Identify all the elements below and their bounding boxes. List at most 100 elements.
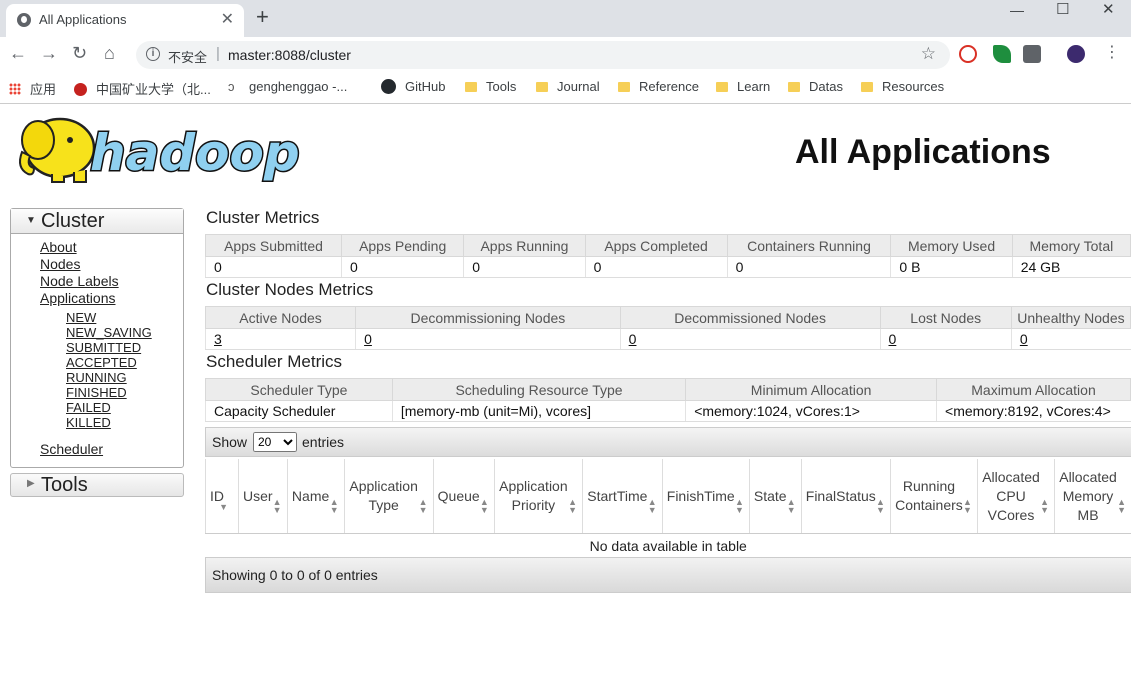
sort-both-icon: ▲ ▼ [272, 497, 282, 515]
bookmark-resources[interactable]: Resources [861, 79, 944, 94]
extension-red-icon[interactable] [959, 45, 977, 63]
nav-applications[interactable]: Applications [40, 290, 119, 307]
elephant-mascot-icon [19, 117, 96, 183]
nav-node-labels[interactable]: Node Labels [40, 273, 119, 290]
nav-state-submitted[interactable]: SUBMITTED [66, 340, 152, 355]
bookmark-genghenggao[interactable]: ↄ genghenggao -... [228, 79, 347, 94]
folder-icon [536, 82, 548, 92]
window-close-icon[interactable]: ✕ [1102, 0, 1115, 18]
hadoop-logo[interactable]: hadoop [12, 112, 312, 184]
nav-state-accepted[interactable]: ACCEPTED [66, 355, 152, 370]
metric-header: Minimum Allocation [685, 378, 938, 401]
metric-header: Memory Used [890, 234, 1013, 257]
column-application-priority[interactable]: Application Priority ▲ ▼ [493, 459, 583, 534]
page-size-select[interactable]: 20 [253, 432, 297, 452]
bookmark-reference[interactable]: Reference [618, 79, 699, 94]
reload-icon[interactable]: ↻ [72, 43, 87, 63]
minimize-icon[interactable]: — [1010, 2, 1024, 18]
triangle-right-icon: ▶ [27, 478, 35, 489]
home-icon[interactable]: ⌂ [104, 43, 115, 63]
lost-nodes-value[interactable]: 0 [879, 328, 1012, 350]
bookmark-tools[interactable]: Tools [465, 79, 516, 94]
column-allocated-memory[interactable]: Allocated Memory MB ▲ ▼ [1054, 459, 1131, 534]
metric-value: <memory:8192, vCores:4> [936, 400, 1131, 422]
globe-icon [17, 13, 31, 27]
metric-value: 0 [204, 256, 342, 278]
nav-state-running[interactable]: RUNNING [66, 370, 152, 385]
profile-avatar[interactable] [1067, 45, 1085, 63]
bookmark-cumt[interactable]: 中国矿业大学（北... [74, 79, 211, 98]
tools-nav-label: Tools [41, 474, 88, 496]
address-bar[interactable]: i 不安全 | master:8088/cluster ☆ [136, 41, 950, 69]
column-start-time[interactable]: StartTime ▲ ▼ [582, 459, 663, 534]
column-user[interactable]: User ▲ ▼ [238, 459, 288, 534]
hadoop-logo-text: hadoop [90, 124, 300, 182]
bookmark-journal[interactable]: Journal [536, 79, 600, 94]
tools-nav-header[interactable]: ▶ Tools [10, 473, 184, 497]
security-label[interactable]: 不安全 [168, 47, 207, 66]
nav-state-killed[interactable]: KILLED [66, 415, 152, 430]
metric-value: 0 [341, 256, 464, 278]
menu-dots-icon[interactable]: ⋮ [1104, 43, 1120, 63]
maximize-icon[interactable]: ☐ [1056, 0, 1069, 18]
nav-state-failed[interactable]: FAILED [66, 400, 152, 415]
column-running-containers[interactable]: Running Containers ▲ ▼ [889, 459, 978, 534]
tab-title: All Applications [39, 12, 127, 27]
metric-value: Capacity Scheduler [205, 400, 393, 422]
unhealthy-nodes-value[interactable]: 0 [1010, 328, 1131, 350]
applications-table: ID ▼ User ▲ ▼ Name ▲ ▼ Application Type ▲ ▼ Que… [205, 459, 1131, 558]
forward-icon[interactable]: → [40, 43, 58, 63]
column-queue[interactable]: Queue ▲ ▼ [432, 459, 495, 534]
page-title: All Applications [795, 133, 1051, 171]
nav-about[interactable]: About [40, 239, 119, 256]
nodes-metrics-title: Cluster Nodes Metrics [206, 280, 374, 299]
nav-state-new-saving[interactable]: NEW_SAVING [66, 325, 152, 340]
column-final-status[interactable]: FinalStatus ▲ ▼ [800, 459, 891, 534]
column-finish-time[interactable]: FinishTime ▲ ▼ [661, 459, 750, 534]
back-icon[interactable]: ← [9, 43, 27, 63]
column-id[interactable]: ID ▼ [205, 459, 239, 534]
bookmark-star-icon[interactable]: ☆ [921, 44, 936, 64]
metric-header: Decommissioning Nodes [355, 306, 621, 329]
metric-header: Active Nodes [204, 306, 357, 329]
browser-tab[interactable]: All Applications ✕ [6, 4, 244, 37]
active-nodes-value[interactable]: 3 [204, 328, 356, 350]
bookmark-datas[interactable]: Datas [788, 79, 843, 94]
apps-grid-icon [9, 83, 21, 95]
metric-header: Scheduling Resource Type [391, 378, 687, 401]
metric-value: 0 [726, 256, 891, 278]
cluster-nav: ▼ Cluster About Nodes Node Labels Applic… [10, 208, 184, 468]
metric-header: Apps Running [463, 234, 586, 257]
folder-icon [618, 82, 630, 92]
nav-state-finished[interactable]: FINISHED [66, 385, 152, 400]
column-allocated-cpu[interactable]: Allocated CPU VCores ▲ ▼ [976, 459, 1055, 534]
extension-leaf-icon[interactable] [993, 45, 1011, 63]
table-info-text: Showing 0 to 0 of 0 entries [212, 567, 378, 583]
close-tab-icon[interactable]: ✕ [221, 9, 234, 29]
github-icon [381, 79, 396, 94]
info-icon[interactable]: i [146, 47, 160, 61]
metric-value: 24 GB [1011, 256, 1131, 278]
column-state[interactable]: State ▲ ▼ [748, 459, 802, 534]
sort-both-icon: ▲ ▼ [1117, 497, 1126, 515]
bookmark-learn[interactable]: Learn [716, 79, 770, 94]
extension-translate-icon[interactable] [1023, 45, 1041, 63]
cluster-nav-header[interactable]: ▼ Cluster [11, 209, 183, 234]
nav-nodes[interactable]: Nodes [40, 256, 119, 273]
nav-scheduler[interactable]: Scheduler [40, 441, 103, 457]
decommissioned-nodes-value[interactable]: 0 [619, 328, 881, 350]
nav-state-new[interactable]: NEW [66, 310, 152, 325]
url-text[interactable]: master:8088/cluster [228, 47, 351, 63]
column-application-type[interactable]: Application Type ▲ ▼ [343, 459, 434, 534]
cluster-nav-label: Cluster [41, 210, 105, 232]
sort-both-icon: ▲ ▼ [329, 497, 339, 515]
metric-header: Apps Completed [584, 234, 728, 257]
bookmark-github[interactable]: GitHub [381, 79, 445, 94]
sort-both-icon: ▲ ▼ [418, 497, 428, 515]
decommissioning-nodes-value[interactable]: 0 [355, 328, 621, 350]
new-tab-button[interactable]: + [256, 6, 269, 28]
bookmark-apps[interactable]: 应用 [9, 79, 56, 98]
column-name[interactable]: Name ▲ ▼ [286, 459, 345, 534]
metric-header: Maximum Allocation [936, 378, 1131, 401]
metric-header: Scheduler Type [205, 378, 393, 401]
